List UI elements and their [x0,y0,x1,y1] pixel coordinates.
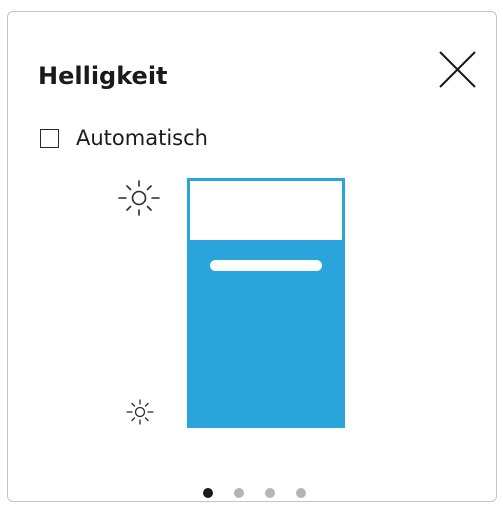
sun-high-icon [117,178,161,218]
page-dot[interactable] [296,488,306,498]
page-dot[interactable] [234,488,244,498]
page-dot[interactable] [203,488,213,498]
automatic-checkbox[interactable] [40,128,59,148]
page-indicator [203,488,306,498]
close-button[interactable] [437,49,478,90]
automatic-label: Automatisch [76,126,208,150]
automatic-toggle[interactable]: Automatisch [40,124,208,152]
slider-handle[interactable] [210,260,322,271]
page-dot[interactable] [265,488,275,498]
close-icon [439,51,476,88]
dialog-title: Helligkeit [38,62,168,90]
brightness-slider[interactable] [187,178,345,428]
slider-track-empty [190,181,342,240]
sun-low-icon [125,398,155,426]
